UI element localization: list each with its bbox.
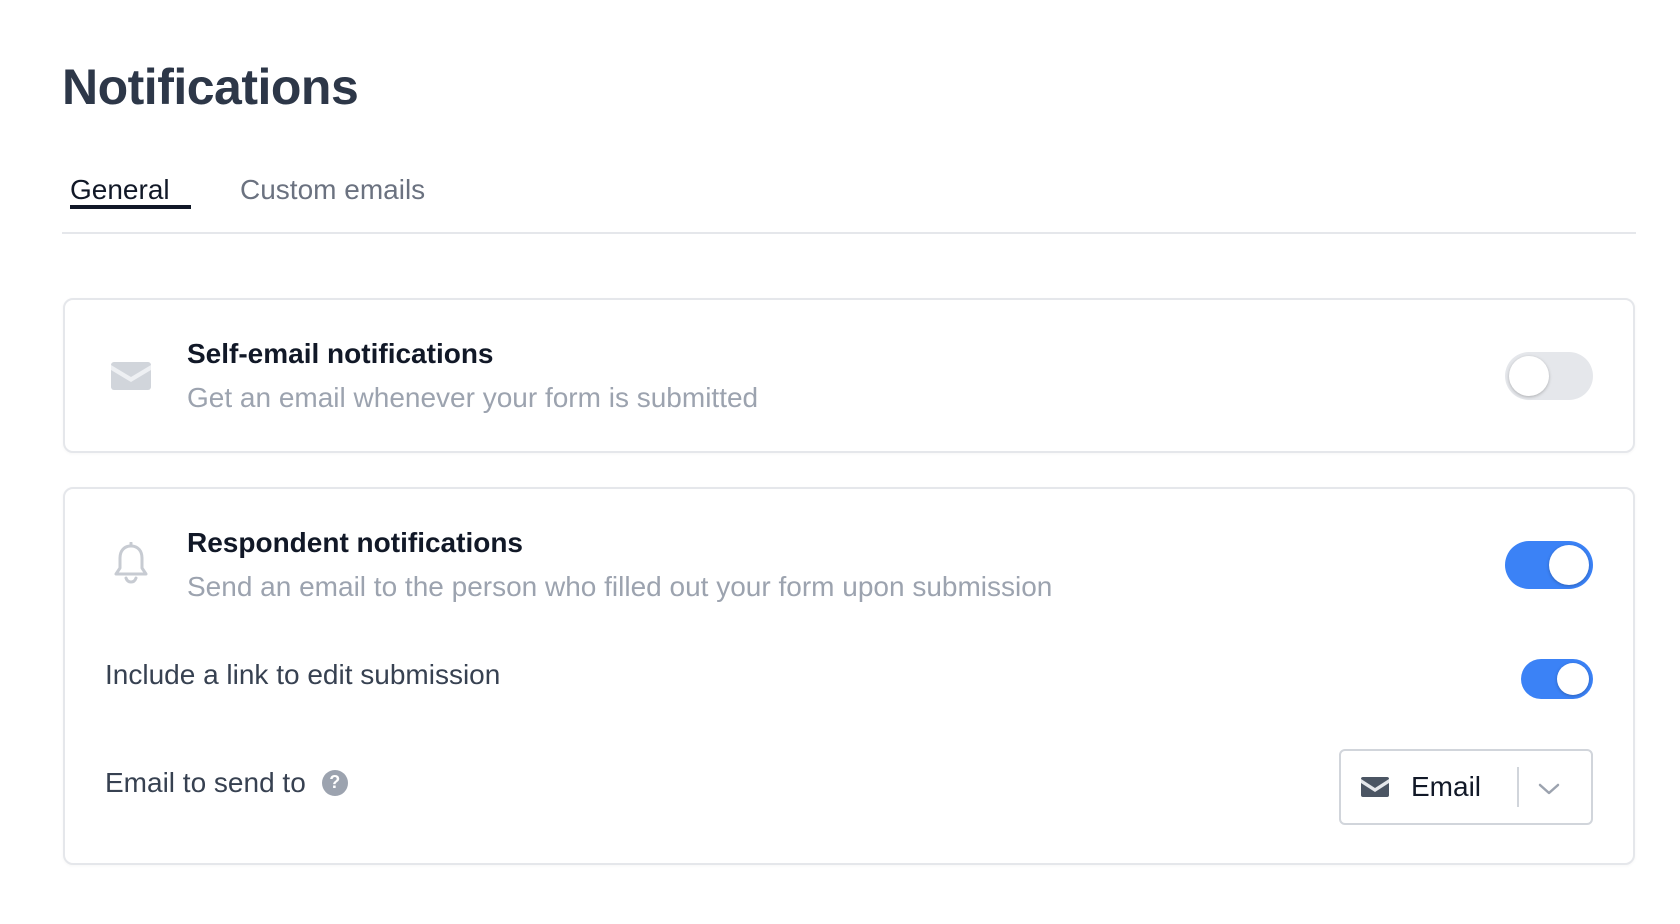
bell-icon (109, 541, 153, 585)
active-tab-indicator (70, 205, 191, 209)
self-email-title: Self-email notifications (187, 338, 494, 369)
toggle-knob (1509, 356, 1549, 396)
page-title: Notifications (62, 59, 359, 115)
respondent-card: Respondent notifications Send an email t… (63, 487, 1635, 865)
envelope-icon (1361, 773, 1389, 801)
email-field-select[interactable]: Email (1339, 749, 1593, 825)
notifications-page: Notifications General Custom emails Self… (0, 0, 1680, 924)
tab-general-label: General (70, 174, 170, 205)
tab-general[interactable]: General (70, 174, 191, 209)
select-value: Email (1411, 771, 1482, 802)
select-divider (1517, 767, 1519, 807)
tab-custom-emails[interactable]: Custom emails (240, 174, 425, 206)
respondent-description: Send an email to the person who filled o… (187, 571, 1053, 602)
chevron-down-icon (1535, 775, 1563, 803)
respondent-toggle[interactable] (1505, 541, 1593, 589)
edit-link-toggle[interactable] (1521, 659, 1593, 699)
toggle-knob (1557, 663, 1589, 695)
envelope-icon (109, 354, 153, 398)
edit-link-label: Include a link to edit submission (105, 659, 501, 690)
question-circle-icon[interactable]: ? (321, 769, 348, 796)
email-to-row: Email to send to? (105, 767, 348, 799)
tab-bar: General Custom emails (62, 160, 1636, 234)
self-email-card: Self-email notifications Get an email wh… (63, 298, 1635, 453)
toggle-knob (1549, 545, 1589, 585)
email-to-label: Email to send to (105, 767, 306, 798)
self-email-toggle[interactable] (1505, 352, 1593, 400)
self-email-description: Get an email whenever your form is submi… (187, 382, 759, 413)
respondent-title: Respondent notifications (187, 527, 523, 558)
tab-custom-emails-label: Custom emails (240, 174, 426, 205)
